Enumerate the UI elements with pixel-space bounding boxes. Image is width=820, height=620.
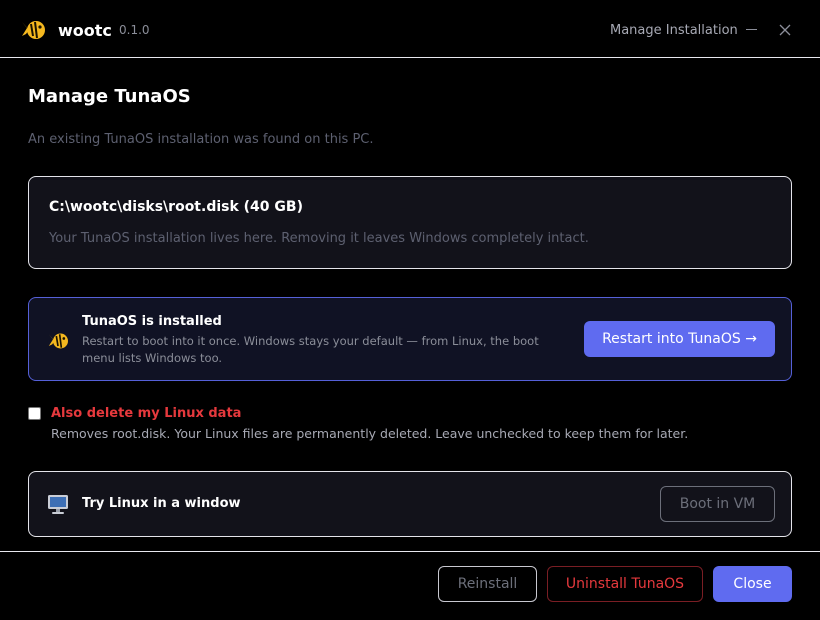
page-subtitle: An existing TunaOS installation was foun… [28,132,374,147]
close-icon[interactable] [779,24,791,36]
restart-into-tunaos-button[interactable]: Restart into TunaOS → [584,321,775,357]
delete-linux-data-description: Removes root.disk. Your Linux files are … [51,426,689,441]
install-status-title: TunaOS is installed [82,314,222,329]
reinstall-button[interactable]: Reinstall [438,566,537,602]
footer-divider [0,551,820,552]
install-status-description: Restart to boot into it once. Windows st… [82,334,539,365]
monitor-icon [48,495,68,514]
vm-title: Try Linux in a window [82,496,241,511]
close-button[interactable]: Close [713,566,792,602]
install-status-card: TunaOS is installed Restart to boot into… [28,297,792,381]
fish-icon [48,333,68,349]
page-title: Manage TunaOS [28,86,191,107]
disk-path: C:\wootc\disks\root.disk (40 GB) [49,199,303,215]
disk-description: Your TunaOS installation lives here. Rem… [49,231,589,246]
uninstall-tunaos-button[interactable]: Uninstall TunaOS [547,566,703,602]
disk-card: C:\wootc\disks\root.disk (40 GB) Your Tu… [28,176,792,269]
app-name: wootc [58,21,112,40]
fish-icon [22,21,45,39]
window-title: Manage Installation [610,23,738,38]
minimize-icon[interactable] [746,29,757,30]
delete-linux-data-label[interactable]: Also delete my Linux data [51,406,241,421]
vm-card: Try Linux in a window Boot in VM [28,471,792,537]
delete-linux-data-checkbox[interactable] [28,407,41,420]
title-bar: wootc 0.1.0 Manage Installation [0,0,820,58]
boot-in-vm-button[interactable]: Boot in VM [660,486,775,522]
app-version: 0.1.0 [119,23,150,37]
